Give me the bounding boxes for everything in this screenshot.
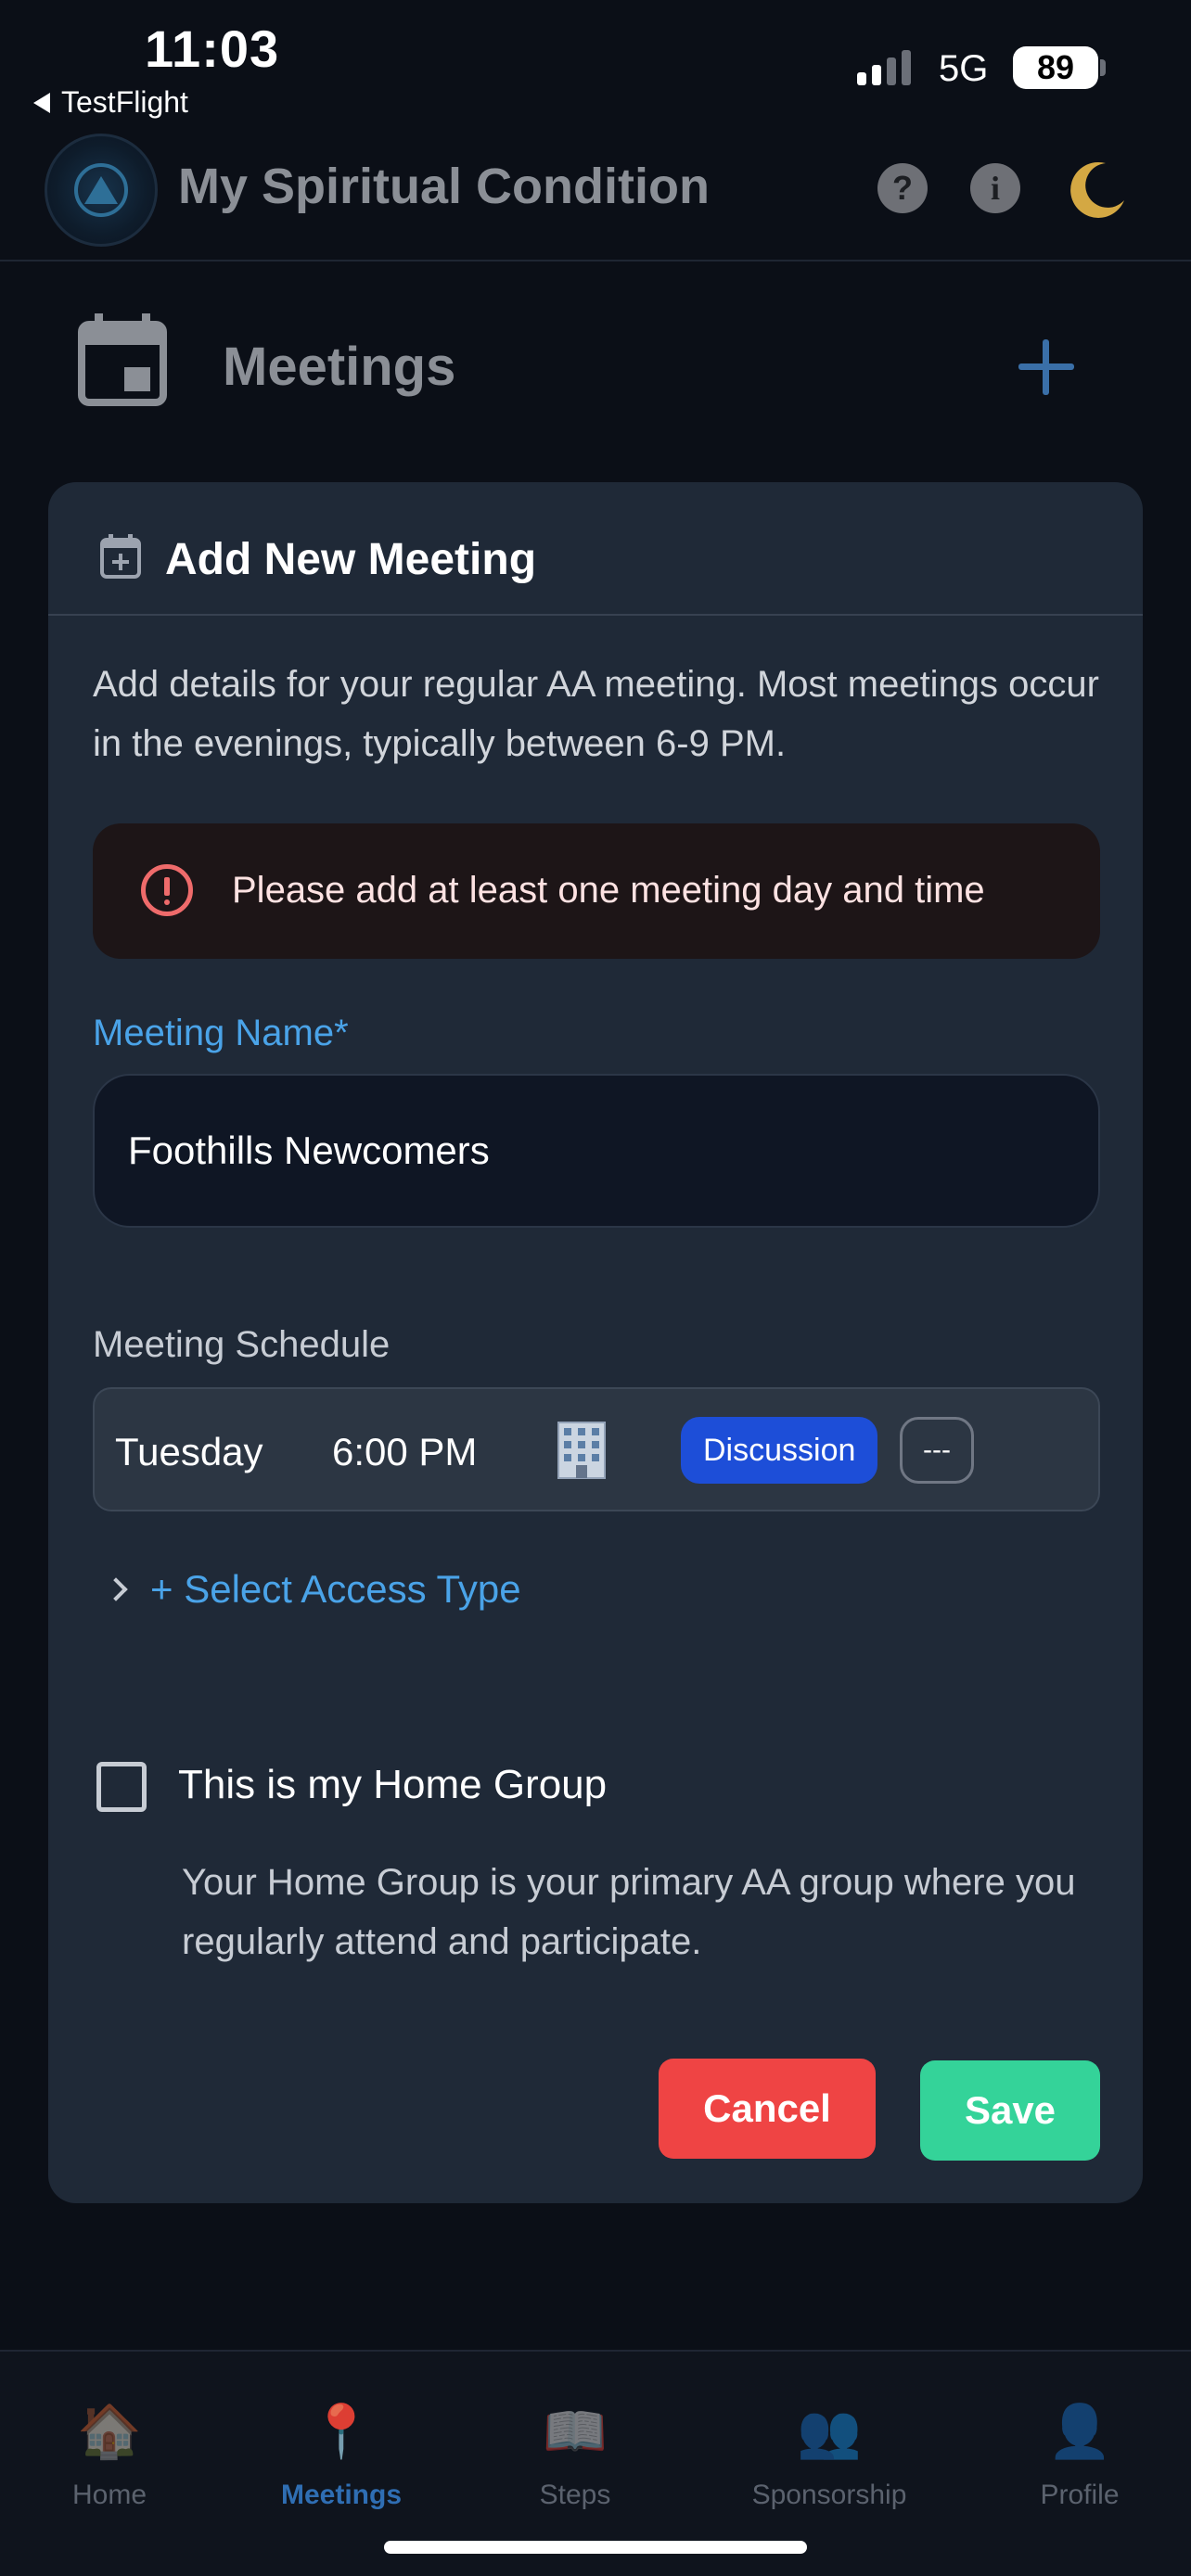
tab-meetings[interactable]: 📍 Meetings bbox=[230, 2404, 453, 2511]
house-icon: 🏠 bbox=[77, 2402, 142, 2460]
person-icon: 👤 bbox=[1047, 2402, 1112, 2460]
battery-cap bbox=[1100, 59, 1106, 76]
calendar-plus-icon bbox=[100, 534, 141, 579]
back-app-label: TestFlight bbox=[61, 85, 188, 119]
page-header: Meetings bbox=[0, 261, 1191, 484]
schedule-day: Tuesday bbox=[115, 1430, 263, 1473]
meeting-name-label: Meeting Name* bbox=[93, 1013, 349, 1053]
home-group-label[interactable]: This is my Home Group bbox=[178, 1762, 607, 1808]
schedule-time: 6:00 PM bbox=[332, 1430, 478, 1473]
tab-profile[interactable]: 👤 Profile bbox=[968, 2404, 1191, 2511]
add-meeting-button[interactable] bbox=[1011, 332, 1082, 402]
tab-label: Home bbox=[71, 2480, 147, 2510]
tab-home[interactable]: 🏠 Home bbox=[0, 2404, 221, 2511]
info-icon[interactable]: i bbox=[970, 163, 1020, 213]
cancel-button[interactable]: Cancel bbox=[659, 2059, 876, 2159]
meeting-extra-badge[interactable]: --- bbox=[900, 1417, 974, 1484]
meeting-type-badge[interactable]: Discussion bbox=[681, 1417, 878, 1484]
moon-icon[interactable] bbox=[1065, 158, 1130, 223]
help-icon[interactable]: ? bbox=[877, 163, 928, 213]
building-icon[interactable] bbox=[551, 1419, 612, 1480]
back-arrow-icon bbox=[33, 92, 50, 113]
chevron-right-icon bbox=[104, 1577, 128, 1601]
pin-icon: 📍 bbox=[309, 2402, 374, 2460]
form-description: Add details for your regular AA meeting.… bbox=[93, 664, 1099, 764]
alert-icon bbox=[141, 864, 193, 916]
network-label: 5G bbox=[939, 48, 989, 89]
people-icon: 👥 bbox=[797, 2402, 862, 2460]
status-bar: 11:03 TestFlight 5G 89 bbox=[0, 0, 1191, 130]
alert-text: Please add at least one meeting day and … bbox=[232, 870, 985, 911]
home-indicator[interactable] bbox=[384, 2541, 807, 2554]
add-meeting-card: Add New Meeting Add details for your reg… bbox=[48, 482, 1143, 2203]
tab-label: Profile bbox=[1040, 2480, 1120, 2510]
tab-sponsorship[interactable]: 👥 Sponsorship bbox=[718, 2404, 941, 2511]
tab-steps[interactable]: 📖 Steps bbox=[464, 2404, 686, 2511]
card-title: Add New Meeting bbox=[165, 535, 537, 584]
app-header: My Spiritual Condition ? i bbox=[0, 130, 1191, 261]
schedule-label: Meeting Schedule bbox=[93, 1324, 391, 1365]
signal-icon bbox=[857, 48, 911, 85]
tab-label: Steps bbox=[539, 2480, 611, 2510]
book-icon: 📖 bbox=[543, 2402, 608, 2460]
validation-alert: Please add at least one meeting day and … bbox=[93, 823, 1100, 959]
tab-label: Sponsorship bbox=[751, 2480, 907, 2510]
back-to-app-link[interactable]: TestFlight bbox=[33, 85, 188, 120]
status-time: 11:03 bbox=[145, 19, 280, 78]
card-header: Add New Meeting bbox=[48, 482, 1143, 616]
schedule-row[interactable]: Tuesday 6:00 PM Discussion --- bbox=[93, 1387, 1100, 1511]
app-logo bbox=[45, 134, 158, 247]
calendar-icon bbox=[78, 313, 167, 406]
access-type-label: + Select Access Type bbox=[150, 1567, 521, 1611]
battery-icon: 89 bbox=[1013, 46, 1098, 89]
page-title: Meetings bbox=[223, 337, 456, 397]
access-type-toggle[interactable]: + Select Access Type bbox=[104, 1567, 521, 1612]
save-button[interactable]: Save bbox=[920, 2060, 1100, 2161]
tab-label: Meetings bbox=[280, 2480, 403, 2510]
home-group-checkbox[interactable] bbox=[96, 1762, 147, 1812]
app-title: My Spiritual Condition bbox=[178, 159, 710, 214]
home-group-helper: Your Home Group is your primary AA group… bbox=[182, 1862, 1076, 1962]
meeting-name-input[interactable] bbox=[93, 1074, 1100, 1228]
